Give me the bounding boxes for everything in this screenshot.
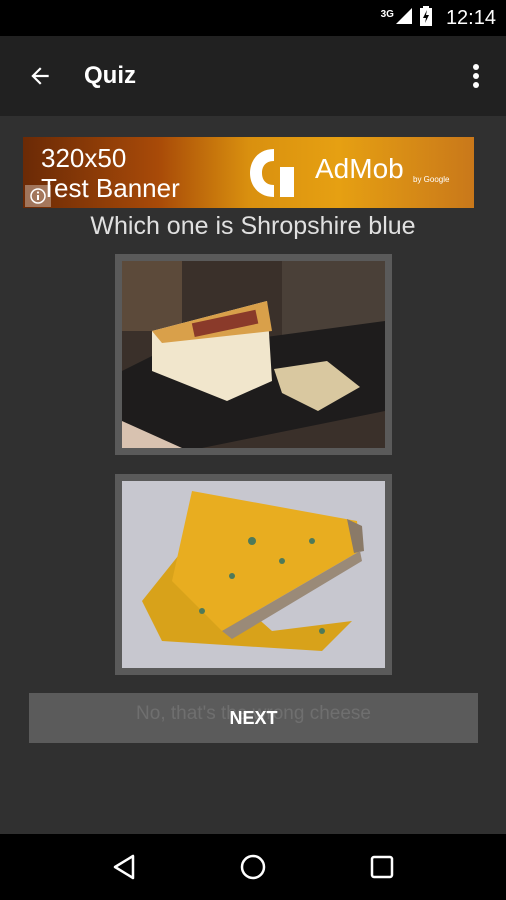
page-title: Quiz [84,62,136,89]
status-bar: 3G 12:14 [0,0,506,36]
quiz-content: 320x50 Test Banner AdMob by Google Which… [0,116,506,834]
ad-by-google: by Google [413,175,450,184]
network-type: 3G [380,8,394,20]
ad-size-text: 320x50 [41,143,127,173]
next-button[interactable]: No, that's the wrong cheese NEXT [29,693,478,743]
nav-back-button[interactable] [94,837,154,897]
info-icon[interactable] [25,185,51,207]
ad-brand: AdMob [315,153,404,184]
overflow-menu-button[interactable] [464,60,488,92]
nav-home-button[interactable] [223,837,283,897]
cheese-image-2 [122,481,385,668]
more-vert-icon [473,64,479,88]
ad-banner[interactable]: 320x50 Test Banner AdMob by Google [23,137,474,208]
cheese-image-1 [122,261,385,448]
answer-option-1[interactable] [115,254,392,455]
navigation-bar [0,834,506,900]
arrow-back-icon [31,67,49,85]
nav-recents-button[interactable] [352,837,412,897]
app-bar: Quiz [0,36,506,116]
answer-option-2[interactable] [115,474,392,675]
ad-banner-text: Test Banner [41,173,180,203]
home-circle-icon [240,854,266,880]
admob-logo-icon [246,147,302,204]
battery-charging-icon [419,5,432,31]
clock: 12:14 [445,6,496,29]
recents-square-icon [370,855,393,879]
back-triangle-icon [114,854,135,880]
next-button-label: NEXT [229,707,278,728]
back-button[interactable] [0,36,80,116]
question-text: Which one is Shropshire blue [90,212,416,240]
signal-icon [395,7,412,29]
